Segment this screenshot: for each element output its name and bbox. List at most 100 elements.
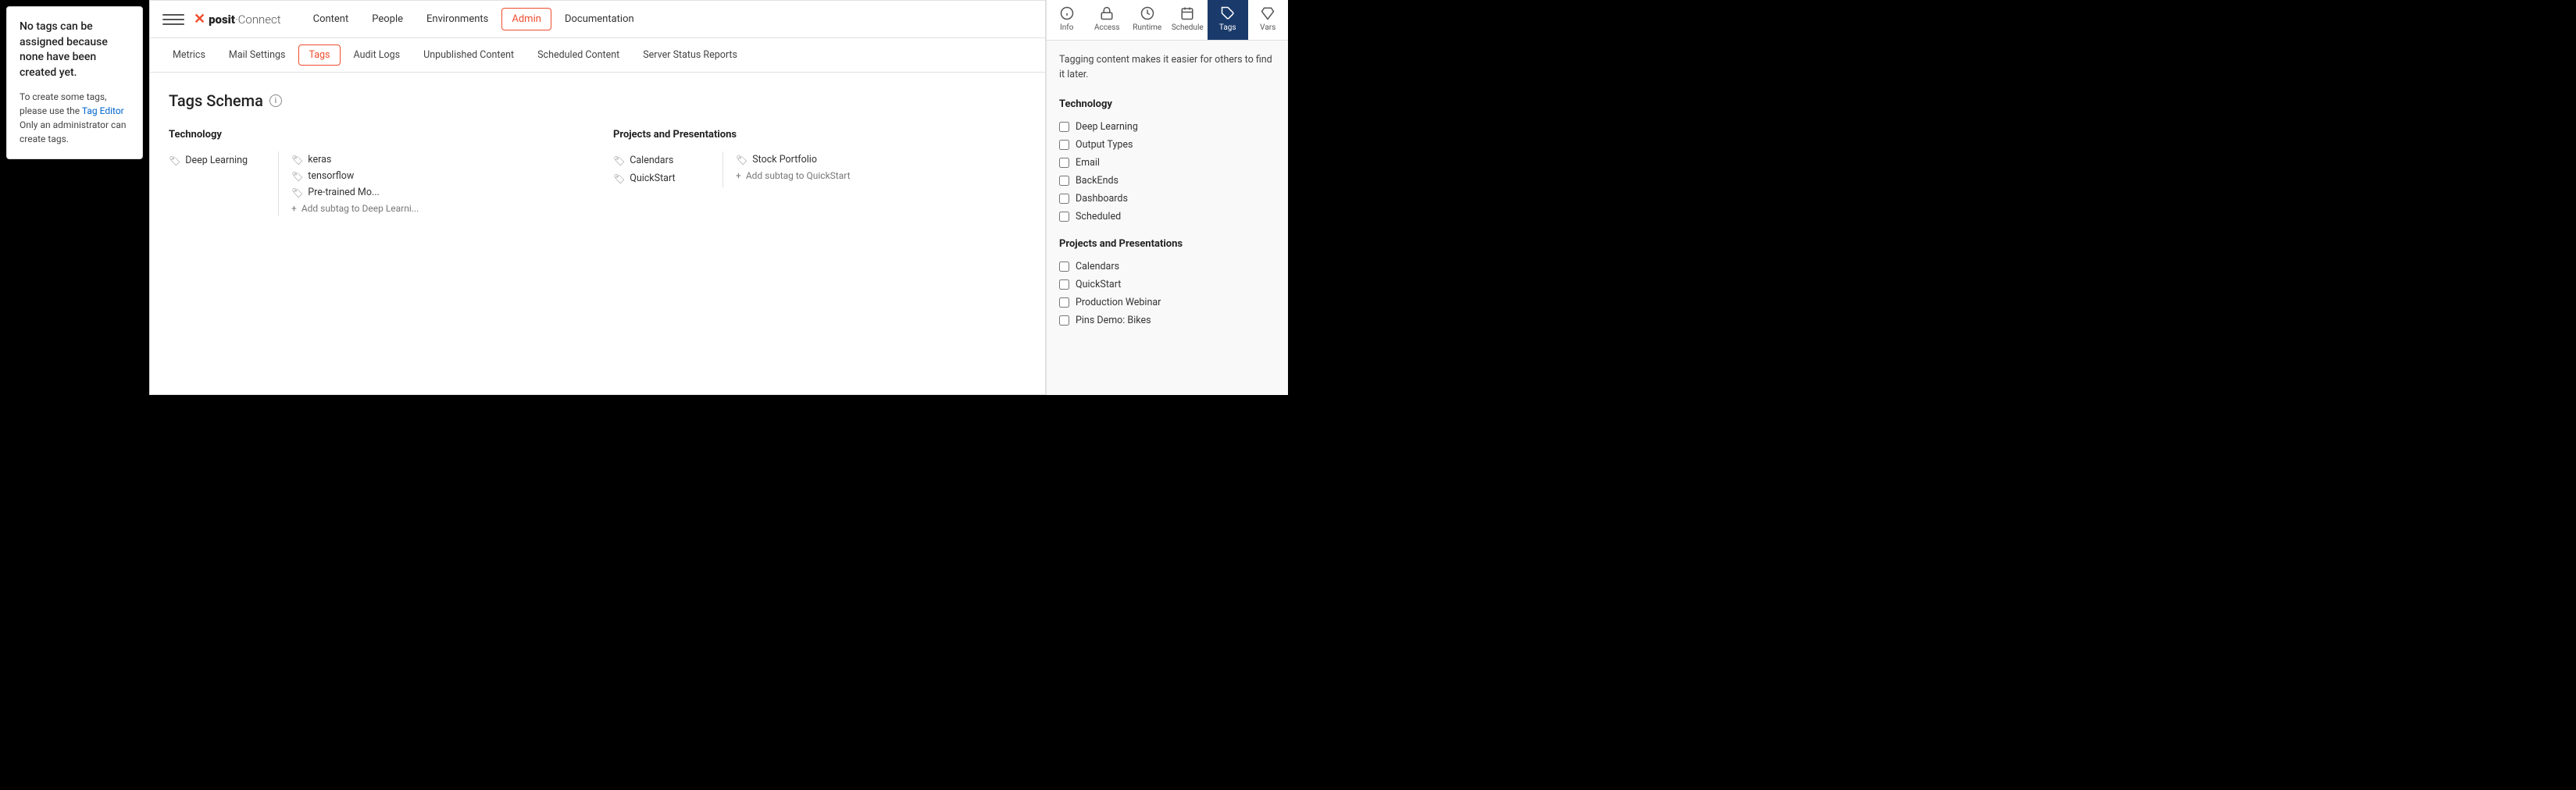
checkbox-output-types-input[interactable] bbox=[1059, 140, 1069, 150]
tag-label: QuickStart bbox=[630, 173, 675, 184]
tab-server-status-reports[interactable]: Server Status Reports bbox=[633, 44, 747, 66]
checkbox-backends-input[interactable] bbox=[1059, 176, 1069, 186]
hamburger-menu[interactable] bbox=[162, 9, 184, 30]
right-panel-icon-bar: Info Access Runtime Sch bbox=[1047, 0, 1288, 41]
tag-stock-portfolio: 🏷 Stock Portfolio bbox=[736, 151, 851, 168]
checkbox-pins-demo-bikes-label: Pins Demo: Bikes bbox=[1076, 315, 1151, 326]
tag-tensorflow: 🏷 tensorflow bbox=[291, 168, 419, 184]
info-btn-label: Info bbox=[1060, 23, 1073, 32]
checkbox-quickstart-input[interactable] bbox=[1059, 279, 1069, 290]
checkbox-production-webinar-label: Production Webinar bbox=[1076, 297, 1161, 308]
plus-icon: + bbox=[291, 203, 297, 214]
tab-mail-settings[interactable]: Mail Settings bbox=[219, 44, 296, 66]
right-panel-schedule-btn[interactable]: Schedule bbox=[1168, 0, 1208, 40]
tag-editor-link[interactable]: Tag Editor bbox=[82, 105, 124, 116]
vars-icon bbox=[1261, 6, 1275, 20]
tag-label: tensorflow bbox=[308, 170, 354, 182]
logo-icon: ✕ bbox=[194, 11, 205, 27]
tag-icon: 🏷 bbox=[291, 155, 303, 165]
checkbox-quickstart: QuickStart bbox=[1059, 276, 1276, 294]
tag-label: Pre-trained Mo... bbox=[308, 187, 380, 198]
checkbox-production-webinar-input[interactable] bbox=[1059, 297, 1069, 308]
right-panel-info-btn[interactable]: Info bbox=[1047, 0, 1087, 40]
right-panel-vars-btn[interactable]: Vars bbox=[1248, 0, 1289, 40]
tab-unpublished-content[interactable]: Unpublished Content bbox=[413, 44, 524, 66]
checkbox-email-input[interactable] bbox=[1059, 158, 1069, 168]
checkbox-dashboards-input[interactable] bbox=[1059, 194, 1069, 204]
tag-label: Calendars bbox=[630, 155, 673, 166]
add-subtag-label: Add subtag to Deep Learni... bbox=[301, 203, 419, 214]
tag-pretrained: 🏷 Pre-trained Mo... bbox=[291, 184, 419, 201]
tab-metrics[interactable]: Metrics bbox=[162, 44, 216, 66]
tab-audit-logs[interactable]: Audit Logs bbox=[344, 44, 411, 66]
page-title-text: Tags Schema bbox=[169, 91, 263, 110]
tag-icon: 🏷 bbox=[613, 155, 625, 166]
checkbox-scheduled-label: Scheduled bbox=[1076, 211, 1121, 222]
checkbox-scheduled-input[interactable] bbox=[1059, 212, 1069, 222]
nav-admin[interactable]: Admin bbox=[501, 8, 551, 30]
add-subtag-deep-learning[interactable]: + Add subtag to Deep Learni... bbox=[291, 201, 419, 216]
checkbox-deep-learning-label: Deep Learning bbox=[1076, 121, 1138, 133]
runtime-btn-label: Runtime bbox=[1133, 23, 1161, 32]
right-section-technology-title: Technology bbox=[1059, 98, 1276, 110]
schedule-btn-label: Schedule bbox=[1172, 23, 1204, 32]
page-title: Tags Schema i bbox=[169, 91, 1026, 110]
checkbox-scheduled: Scheduled bbox=[1059, 208, 1276, 226]
right-panel-intro: Tagging content makes it easier for othe… bbox=[1059, 53, 1276, 83]
right-panel-runtime-btn[interactable]: Runtime bbox=[1127, 0, 1168, 40]
nav-environments[interactable]: Environments bbox=[416, 8, 498, 30]
checkbox-calendars-input[interactable] bbox=[1059, 262, 1069, 272]
checkbox-output-types-label: Output Types bbox=[1076, 139, 1133, 151]
runtime-icon bbox=[1140, 6, 1154, 20]
right-panel-access-btn[interactable]: Access bbox=[1087, 0, 1128, 40]
projects-main-col: 🏷 Calendars 🏷 QuickStart bbox=[613, 151, 722, 187]
tag-icon: 🏷 bbox=[613, 173, 625, 184]
checkbox-output-types: Output Types bbox=[1059, 136, 1276, 154]
checkbox-dashboards: Dashboards bbox=[1059, 190, 1276, 208]
checkbox-calendars-label: Calendars bbox=[1076, 261, 1119, 272]
tooltip-panel: No tags can be assigned because none hav… bbox=[6, 6, 143, 159]
checkbox-email-label: Email bbox=[1076, 157, 1100, 169]
tag-quickstart: 🏷 QuickStart bbox=[613, 169, 722, 187]
content-area: Tags Schema i Technology 🏷 Deep Learning bbox=[150, 73, 1045, 394]
add-subtag-label: Add subtag to QuickStart bbox=[746, 170, 851, 181]
tag-icon: 🏷 bbox=[169, 155, 180, 166]
category-projects-title: Projects and Presentations bbox=[613, 129, 1026, 141]
checkbox-email: Email bbox=[1059, 154, 1276, 172]
app-logo: ✕ posit·Connect bbox=[194, 11, 281, 27]
category-technology-title: Technology bbox=[169, 129, 582, 141]
tag-label: Stock Portfolio bbox=[752, 154, 817, 165]
schedule-icon bbox=[1180, 6, 1194, 20]
tags-info-icon[interactable]: i bbox=[269, 94, 282, 107]
tags-btn-label: Tags bbox=[1219, 23, 1236, 32]
vars-btn-label: Vars bbox=[1260, 23, 1276, 32]
tab-tags[interactable]: Tags bbox=[298, 44, 340, 66]
nav-people[interactable]: People bbox=[362, 8, 413, 30]
checkbox-backends: BackEnds bbox=[1059, 172, 1276, 190]
checkbox-deep-learning: Deep Learning bbox=[1059, 118, 1276, 136]
navbar: ✕ posit·Connect Content People Environme… bbox=[150, 1, 1045, 38]
checkbox-pins-demo-bikes-input[interactable] bbox=[1059, 315, 1069, 326]
checkbox-backends-label: BackEnds bbox=[1076, 175, 1119, 187]
nav-links: Content People Environments Admin Docume… bbox=[303, 8, 1033, 30]
tooltip-body-suffix: Only an administrator can create tags. bbox=[20, 119, 126, 144]
tag-label: keras bbox=[308, 154, 331, 165]
tag-calendars: 🏷 Calendars bbox=[613, 151, 722, 169]
tag-label: Deep Learning bbox=[185, 155, 248, 166]
tab-scheduled-content[interactable]: Scheduled Content bbox=[527, 44, 630, 66]
tag-keras: 🏷 keras bbox=[291, 151, 419, 168]
tags-icon bbox=[1221, 6, 1235, 20]
nav-documentation[interactable]: Documentation bbox=[555, 8, 644, 30]
technology-main-col: 🏷 Deep Learning bbox=[169, 151, 278, 216]
checkbox-deep-learning-input[interactable] bbox=[1059, 122, 1069, 132]
info-icon bbox=[1060, 6, 1074, 20]
category-technology: Technology 🏷 Deep Learning 🏷 keras bbox=[169, 129, 582, 216]
category-projects: Projects and Presentations 🏷 Calendars 🏷… bbox=[613, 129, 1026, 216]
nav-content[interactable]: Content bbox=[303, 8, 359, 30]
tags-grid: Technology 🏷 Deep Learning 🏷 keras bbox=[169, 129, 1026, 216]
checkbox-pins-demo-bikes: Pins Demo: Bikes bbox=[1059, 311, 1276, 329]
right-panel-tags-btn[interactable]: Tags bbox=[1208, 0, 1248, 40]
plus-icon: + bbox=[736, 170, 741, 181]
add-subtag-quickstart[interactable]: + Add subtag to QuickStart bbox=[736, 168, 851, 183]
technology-columns: 🏷 Deep Learning 🏷 keras 🏷 tensorflow bbox=[169, 151, 582, 216]
